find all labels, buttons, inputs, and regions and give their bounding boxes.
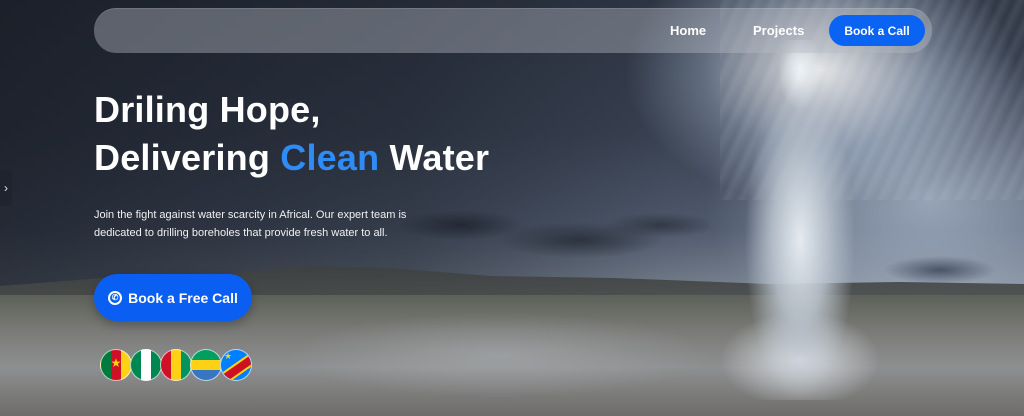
side-panel-toggle[interactable]: › — [0, 170, 12, 206]
geyser-image — [700, 40, 900, 400]
chevron-right-icon: › — [4, 181, 8, 195]
headline-word-delivering: Delivering — [94, 137, 271, 178]
hero-section: › Home Projects Book a Call Driling Hope… — [0, 0, 1024, 416]
guinea-flag — [160, 349, 192, 381]
headline-line-1: Driling Hope, — [94, 89, 321, 130]
nigeria-flag — [130, 349, 162, 381]
dr-congo-flag — [220, 349, 252, 381]
country-flags — [100, 349, 252, 381]
nav-link-projects[interactable]: Projects — [753, 8, 804, 53]
headline-accent-clean: Clean — [280, 137, 380, 178]
gabon-flag — [190, 349, 222, 381]
book-free-call-button[interactable]: ✆ Book a Free Call — [94, 274, 252, 321]
hero-description: Join the fight against water scarcity in… — [94, 209, 407, 239]
headline-line-2: Delivering Clean Water — [94, 134, 489, 182]
hero-headline: Driling Hope, Delivering Clean Water — [94, 86, 489, 182]
top-navigation: Home Projects Book a Call — [94, 8, 932, 53]
book-free-call-label: Book a Free Call — [128, 289, 238, 306]
book-a-call-button[interactable]: Book a Call — [829, 15, 925, 46]
headline-word-water: Water — [389, 137, 490, 178]
nav-link-home[interactable]: Home — [670, 8, 706, 53]
whatsapp-icon: ✆ — [108, 290, 123, 305]
cameroon-flag — [100, 349, 132, 381]
